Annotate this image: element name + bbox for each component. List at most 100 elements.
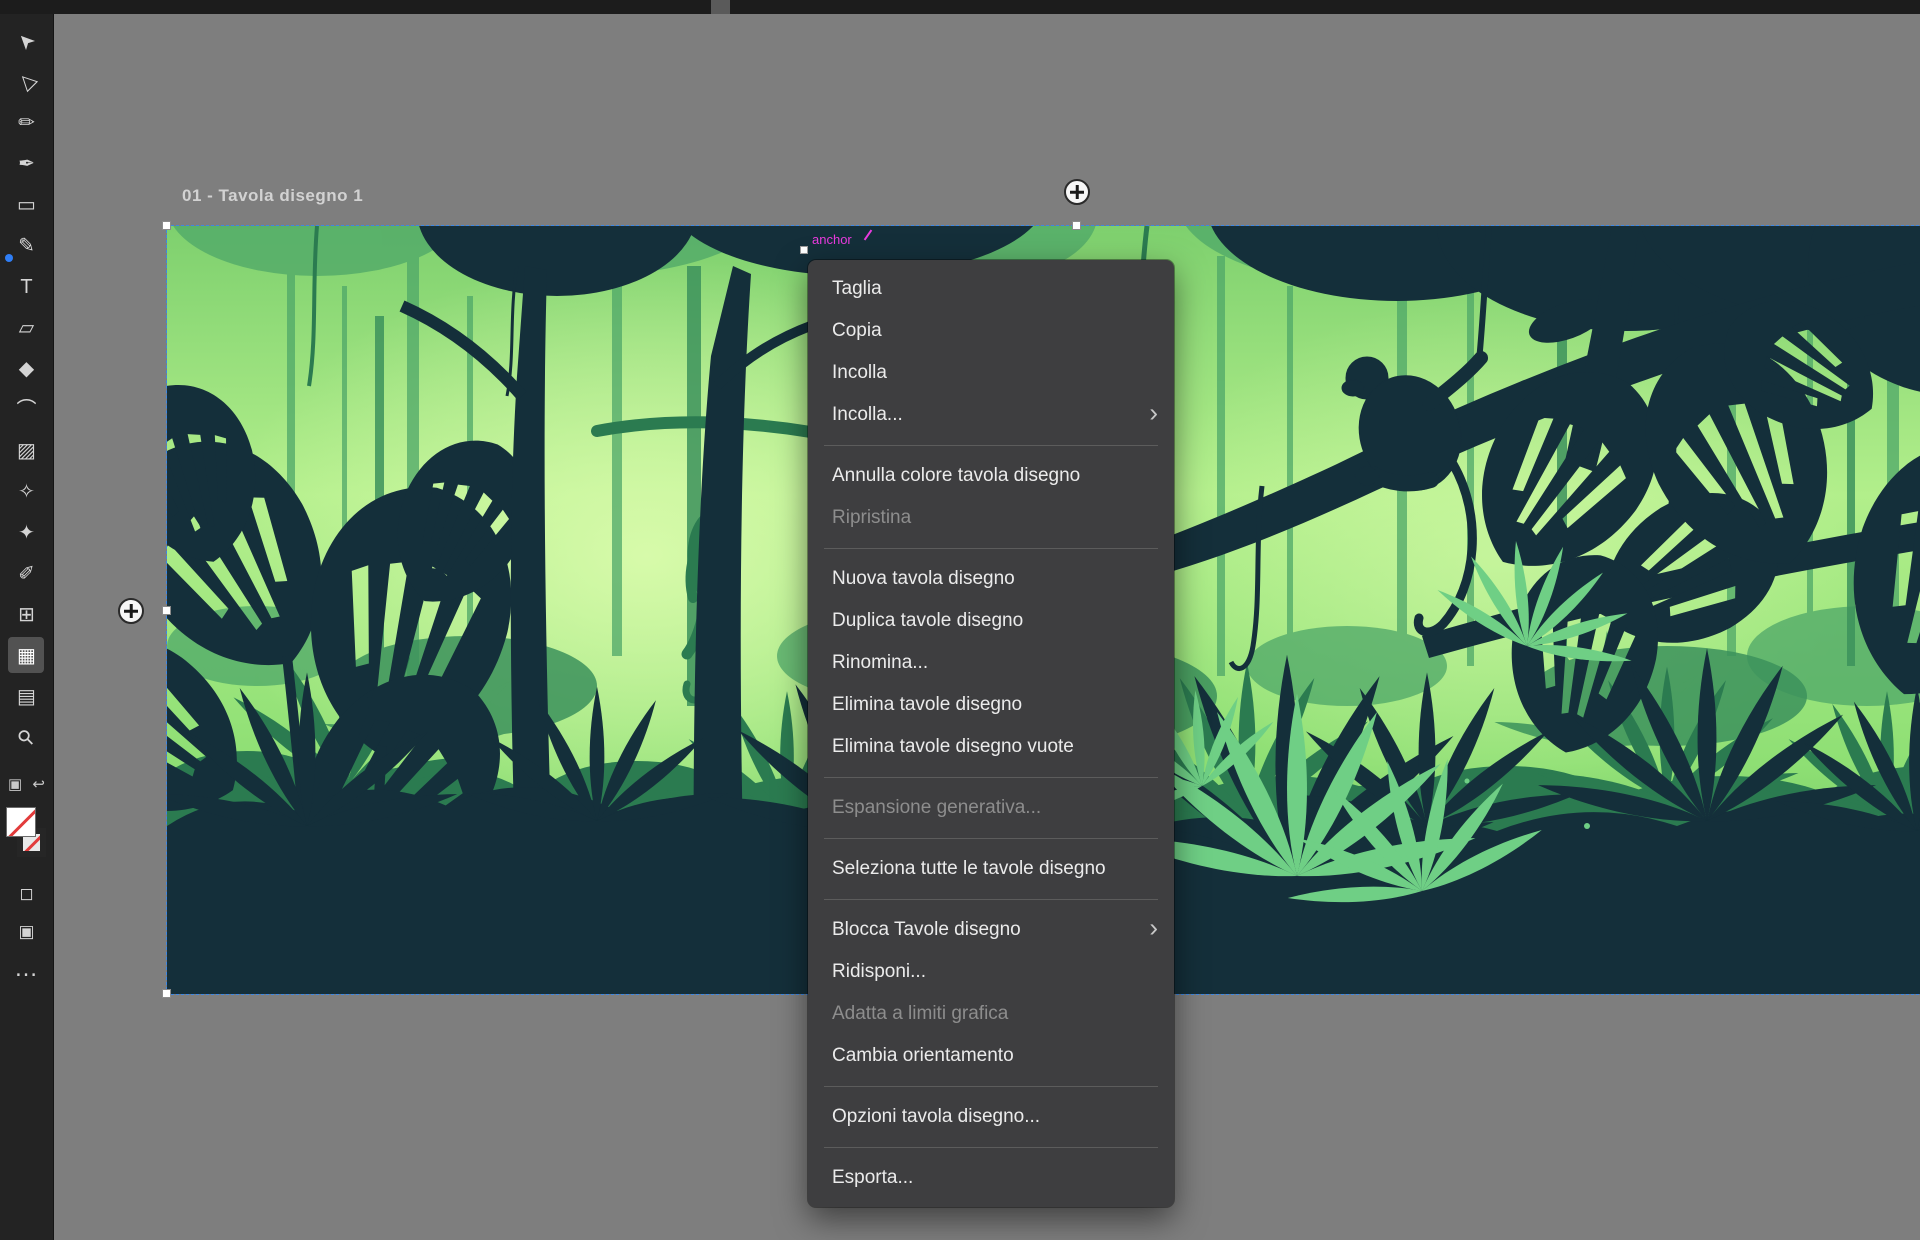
screen-mode-button[interactable]: ▣ — [0, 912, 53, 950]
zoom-tool[interactable]: ⚲ — [0, 717, 53, 758]
eyedropper-tool-icon: ✦ — [18, 523, 35, 543]
menu-item-label: Ripristina — [832, 507, 911, 529]
menu-item-ridisponi[interactable]: Ridisponi... — [808, 951, 1174, 993]
artboard-handle-bottom-left[interactable] — [162, 989, 171, 998]
menu-item-incolla[interactable]: Incolla — [808, 352, 1174, 394]
gradient-tool[interactable]: ▨ — [0, 430, 53, 471]
menu-item-label: Annulla colore tavola disegno — [832, 465, 1080, 487]
menu-item-cambia-orientamento[interactable]: Cambia orientamento — [808, 1035, 1174, 1077]
menu-separator — [824, 899, 1158, 900]
eraser-tool[interactable]: ◆ — [0, 348, 53, 389]
menu-item-rinomina[interactable]: Rinomina... — [808, 642, 1174, 684]
menu-separator — [824, 548, 1158, 549]
paintbrush-tool-icon: ✐ — [18, 564, 35, 584]
document-tab-bar — [0, 0, 1920, 14]
menu-item-label: Elimina tavole disegno vuote — [832, 736, 1074, 758]
paintbrush-tool[interactable]: ✐ — [0, 553, 53, 594]
graph-tool[interactable]: ▤ — [0, 676, 53, 717]
menu-item-copia[interactable]: Copia — [808, 310, 1174, 352]
free-transform-tool[interactable]: ▱ — [0, 307, 53, 348]
menu-item-ripristina: Ripristina — [808, 497, 1174, 539]
menu-item-label: Ridisponi... — [832, 961, 926, 983]
menu-item-esporta[interactable]: Esporta... — [808, 1157, 1174, 1199]
pen-tool-icon: ✒ — [18, 154, 35, 174]
toolbar-mini-row: ▣↩ — [0, 770, 53, 798]
menu-item-annulla-colore-tavola-disegno[interactable]: Annulla colore tavola disegno — [808, 455, 1174, 497]
curvature-tool[interactable]: ✏ — [0, 102, 53, 143]
eyedropper-tool[interactable]: ✦ — [0, 512, 53, 553]
shape-builder-tool[interactable]: ⊞ — [0, 594, 53, 635]
menu-item-label: Copia — [832, 320, 882, 342]
submenu-arrow-icon: › — [1149, 913, 1158, 944]
artboard-tool-icon: ▦ — [17, 646, 36, 666]
direct-selection-tool[interactable]: ▷ — [0, 61, 53, 102]
artboard-tool[interactable]: ▦ — [0, 635, 53, 676]
swap-fill-stroke-icon[interactable]: ↩ — [32, 777, 45, 792]
selection-tool-icon: ➤ — [13, 28, 39, 54]
rectangle-tool[interactable]: ▭ — [0, 184, 53, 225]
more-tools-icon: … — [14, 957, 39, 981]
anchor-point-handle[interactable] — [800, 246, 808, 254]
none-slash-icon — [6, 807, 36, 837]
pen-tool[interactable]: ✒ — [0, 143, 53, 184]
artboard-handle-top-left[interactable] — [162, 221, 171, 230]
menu-item-elimina-tavole-disegno-vuote[interactable]: Elimina tavole disegno vuote — [808, 726, 1174, 768]
zoom-tool-icon: ⚲ — [14, 725, 39, 750]
anchor-smart-guide-label: anchor — [812, 232, 852, 247]
menu-item-label: Incolla — [832, 362, 887, 384]
free-transform-tool-icon: ▱ — [19, 318, 34, 338]
menu-item-opzioni-tavola-disegno[interactable]: Opzioni tavola disegno... — [808, 1096, 1174, 1138]
menu-item-label: Seleziona tutte le tavole disegno — [832, 858, 1106, 880]
artboard-handle-top-center[interactable] — [1072, 221, 1081, 230]
menu-item-label: Cambia orientamento — [832, 1045, 1014, 1067]
menu-item-taglia[interactable]: Taglia — [808, 268, 1174, 310]
artboard-handle-middle-left[interactable] — [162, 606, 171, 615]
menu-separator — [824, 445, 1158, 446]
menu-item-label: Adatta a limiti grafica — [832, 1003, 1008, 1025]
tab-bar-divider — [711, 0, 730, 14]
menu-item-duplica-tavole-disegno[interactable]: Duplica tavole disegno — [808, 600, 1174, 642]
menu-item-nuova-tavola-disegno[interactable]: Nuova tavola disegno — [808, 558, 1174, 600]
graph-tool-icon: ▤ — [17, 687, 36, 707]
menu-item-elimina-tavole-disegno[interactable]: Elimina tavole disegno — [808, 684, 1174, 726]
add-artboard-button-left[interactable] — [118, 598, 144, 624]
menu-item-label: Opzioni tavola disegno... — [832, 1106, 1040, 1128]
shaper-tool[interactable]: ✧ — [0, 471, 53, 512]
eraser-tool-icon: ◆ — [19, 359, 34, 379]
more-tools-button[interactable]: … — [0, 950, 53, 988]
direct-selection-tool-icon: ▷ — [14, 69, 39, 94]
toolbar-bottom-tools: ◻ ▣ … — [0, 874, 53, 988]
lasso-tool-icon: ⌒ — [17, 400, 37, 420]
tools-panel: ➤▷✏✒▭✎T▱◆⌒▨✧✦✐⊞▦▤⚲ ▣↩ ◻▣… — [0, 14, 54, 1240]
menu-item-label: Elimina tavole disegno — [832, 694, 1022, 716]
fill-swatch[interactable] — [6, 807, 36, 837]
selection-tool[interactable]: ➤ — [0, 20, 53, 61]
menu-item-seleziona-tutte-le-tavole-disegno[interactable]: Seleziona tutte le tavole disegno — [808, 848, 1174, 890]
submenu-arrow-icon: › — [1149, 398, 1158, 429]
shape-builder-tool-icon: ⊞ — [18, 605, 35, 625]
menu-separator — [824, 1147, 1158, 1148]
gradient-tool-icon: ▨ — [17, 441, 36, 461]
fill-stroke-swatches — [0, 802, 53, 874]
pencil-tool-icon: ✎ — [18, 236, 35, 256]
menu-item-label: Esporta... — [832, 1167, 913, 1189]
fill-stroke-indicator-icon[interactable]: ▣ — [8, 777, 22, 792]
menu-item-adatta-a-limiti-grafica: Adatta a limiti grafica — [808, 993, 1174, 1035]
draw-mode-icon: ◻ — [19, 885, 33, 902]
menu-item-label: Duplica tavole disegno — [832, 610, 1023, 632]
draw-mode-button[interactable]: ◻ — [0, 874, 53, 912]
add-artboard-button-top[interactable] — [1064, 179, 1090, 205]
lasso-tool[interactable]: ⌒ — [0, 389, 53, 430]
artboard-label[interactable]: 01 - Tavola disegno 1 — [182, 186, 363, 206]
context-menu: Taglia Copia Incolla Incolla... › Annulla col… — [808, 260, 1174, 1207]
menu-separator — [824, 838, 1158, 839]
menu-item-blocca-tavole-disegno[interactable]: Blocca Tavole disegno › — [808, 909, 1174, 951]
menu-item-label: Espansione generativa... — [832, 797, 1041, 819]
screen-mode-icon: ▣ — [18, 923, 34, 940]
menu-item-incolla[interactable]: Incolla... › — [808, 394, 1174, 436]
menu-item-espansione-generativa: Espansione generativa... — [808, 787, 1174, 829]
menu-item-label: Incolla... — [832, 404, 903, 426]
menu-item-label: Blocca Tavole disegno — [832, 919, 1021, 941]
type-tool[interactable]: T — [0, 266, 53, 307]
menu-separator — [824, 777, 1158, 778]
